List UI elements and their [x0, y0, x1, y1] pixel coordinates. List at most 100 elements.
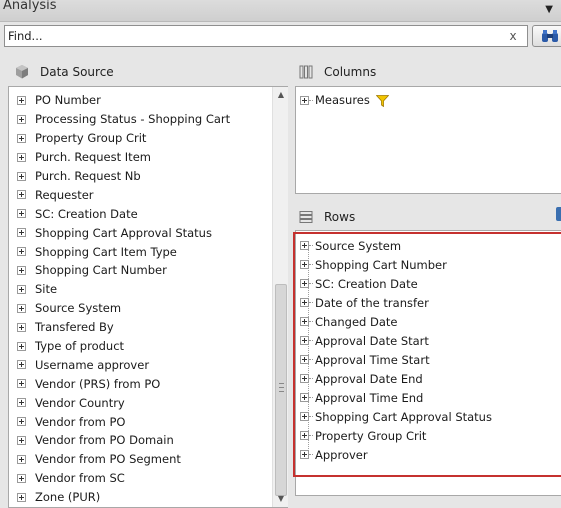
list-item-label: Shopping Cart Approval Status	[35, 225, 212, 240]
columns-panel: Measures	[295, 86, 561, 194]
tree-connector	[309, 340, 313, 341]
list-item[interactable]: PO Number	[9, 91, 271, 110]
row-item[interactable]: Approver	[300, 445, 555, 464]
list-item[interactable]: Vendor from PO	[9, 412, 271, 431]
scroll-up-icon[interactable]: ▲	[273, 87, 289, 103]
list-item[interactable]: Zone (PUR)	[9, 488, 271, 507]
row-item-label: Approval Time End	[315, 390, 424, 405]
row-item-label: Approver	[315, 447, 368, 462]
expand-icon[interactable]	[17, 228, 26, 238]
list-item[interactable]: Processing Status - Shopping Cart	[9, 110, 271, 129]
expand-icon[interactable]	[17, 492, 26, 502]
row-item[interactable]: Approval Time End	[300, 388, 555, 407]
row-item[interactable]: Changed Date	[300, 312, 555, 331]
columns-icon	[299, 65, 313, 79]
expand-icon[interactable]	[17, 265, 26, 275]
expand-icon[interactable]	[17, 398, 26, 408]
expand-icon[interactable]	[300, 450, 309, 459]
data-source-title: Data Source	[40, 65, 114, 79]
clear-search-button[interactable]: x	[504, 28, 522, 44]
list-item[interactable]: Site	[9, 280, 271, 299]
list-item[interactable]: Shopping Cart Number	[9, 261, 271, 280]
row-item-label: Property Group Crit	[315, 428, 427, 443]
expand-icon[interactable]	[17, 303, 26, 313]
expand-icon[interactable]	[17, 152, 26, 162]
list-item-label: Vendor (PRS) from PO	[35, 376, 161, 391]
scroll-down-icon[interactable]: ▼	[273, 491, 289, 507]
data-source-scrollbar[interactable]: ▲ ▼	[272, 87, 288, 507]
row-item-label: SC: Creation Date	[315, 276, 418, 291]
list-item[interactable]: Vendor from PO Domain	[9, 431, 271, 450]
expand-icon[interactable]	[300, 336, 309, 345]
info-icon[interactable]	[556, 207, 561, 221]
expand-icon[interactable]	[17, 473, 26, 483]
list-item[interactable]: Vendor (PRS) from PO	[9, 374, 271, 393]
list-item[interactable]: Purch. Request Nb	[9, 167, 271, 186]
panel-menu-dropdown[interactable]: ▼	[545, 4, 553, 15]
expand-icon[interactable]	[17, 171, 26, 181]
row-item-label: Changed Date	[315, 314, 398, 329]
expand-icon[interactable]	[300, 260, 309, 269]
expand-icon[interactable]	[17, 379, 26, 389]
list-item-label: Vendor from PO Segment	[35, 452, 181, 467]
row-item[interactable]: Source System	[300, 236, 555, 255]
row-item[interactable]: Shopping Cart Approval Status	[300, 407, 555, 426]
expand-icon[interactable]	[17, 454, 26, 464]
list-item-label: PO Number	[35, 93, 101, 108]
row-item[interactable]: Approval Time Start	[300, 350, 555, 369]
row-item[interactable]: Property Group Crit	[300, 426, 555, 445]
expand-icon[interactable]	[17, 417, 26, 427]
row-item[interactable]: Approval Date End	[300, 369, 555, 388]
list-item[interactable]: Vendor from PO Segment	[9, 450, 271, 469]
expand-icon[interactable]	[300, 95, 309, 105]
row-item[interactable]: Date of the transfer	[300, 293, 555, 312]
list-item[interactable]: Transfered By	[9, 318, 271, 337]
expand-icon[interactable]	[300, 241, 309, 250]
row-item[interactable]: Shopping Cart Number	[300, 255, 555, 274]
expand-icon[interactable]	[17, 209, 26, 219]
expand-icon[interactable]	[300, 374, 309, 383]
row-item[interactable]: SC: Creation Date	[300, 274, 555, 293]
expand-icon[interactable]	[17, 435, 26, 445]
expand-icon[interactable]	[300, 355, 309, 364]
tree-connector	[309, 378, 313, 379]
expand-icon[interactable]	[300, 317, 309, 326]
row-item-label: Shopping Cart Approval Status	[315, 409, 492, 424]
expand-icon[interactable]	[17, 284, 26, 294]
expand-icon[interactable]	[300, 393, 309, 402]
list-item[interactable]: Shopping Cart Item Type	[9, 242, 271, 261]
find-input[interactable]	[4, 25, 528, 47]
list-item-label: Vendor from PO Domain	[35, 433, 174, 448]
expand-icon[interactable]	[300, 412, 309, 421]
list-item[interactable]: Requester	[9, 185, 271, 204]
find-button[interactable]	[532, 25, 561, 47]
list-item[interactable]: SC: Creation Date	[9, 204, 271, 223]
list-item[interactable]: Property Group Crit	[9, 129, 271, 148]
expand-icon[interactable]	[17, 247, 26, 257]
list-item[interactable]: Type of product	[9, 337, 271, 356]
scroll-thumb[interactable]	[275, 284, 287, 496]
expand-icon[interactable]	[17, 95, 26, 105]
tree-connector	[309, 245, 313, 246]
expand-icon[interactable]	[300, 431, 309, 440]
expand-icon[interactable]	[17, 190, 26, 200]
row-item[interactable]: Approval Date Start	[300, 331, 555, 350]
expand-icon[interactable]	[17, 360, 26, 370]
list-item[interactable]: Vendor Country	[9, 393, 271, 412]
list-item[interactable]: Vendor from SC	[9, 469, 271, 488]
list-item[interactable]: Shopping Cart Approval Status	[9, 223, 271, 242]
tree-connector	[309, 99, 313, 101]
list-item-label: Requester	[35, 187, 94, 202]
expand-icon[interactable]	[300, 279, 309, 288]
list-item[interactable]: Username approver	[9, 355, 271, 374]
expand-icon[interactable]	[17, 341, 26, 351]
expand-icon[interactable]	[17, 133, 26, 143]
list-item-label: Username approver	[35, 357, 150, 372]
funnel-icon[interactable]	[375, 95, 389, 107]
expand-icon[interactable]	[17, 322, 26, 332]
column-item-measures[interactable]: Measures	[300, 93, 389, 107]
list-item[interactable]: Purch. Request Item	[9, 148, 271, 167]
list-item[interactable]: Source System	[9, 299, 271, 318]
expand-icon[interactable]	[17, 114, 26, 124]
expand-icon[interactable]	[300, 298, 309, 307]
